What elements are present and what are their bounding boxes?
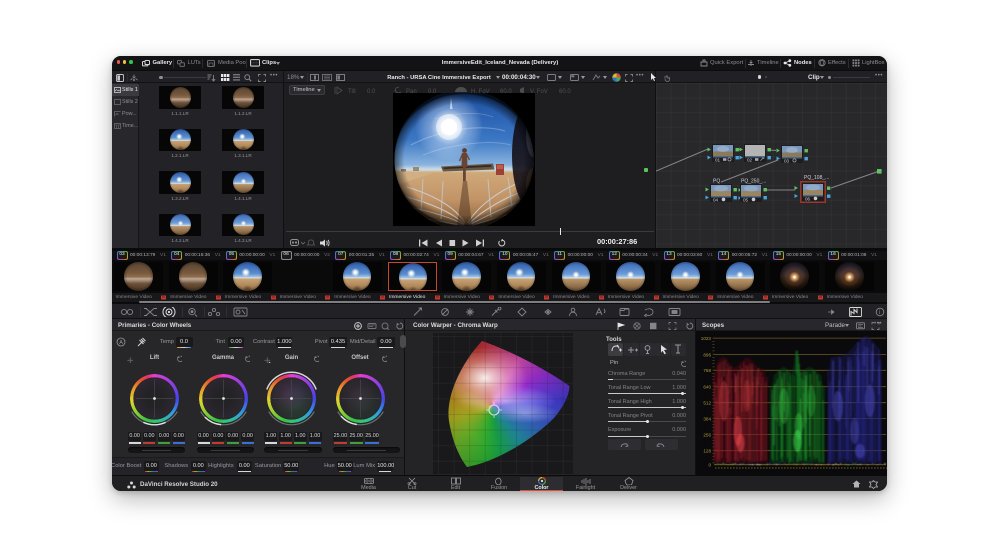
svg-text:60.0: 60.0 bbox=[559, 89, 571, 95]
svg-text:1023: 1023 bbox=[701, 336, 712, 341]
svg-text:PQ: PQ bbox=[713, 179, 720, 185]
svg-text:04: 04 bbox=[713, 198, 719, 203]
svg-text:384: 384 bbox=[703, 416, 711, 421]
svg-text:896: 896 bbox=[703, 352, 711, 357]
svg-text:0.0: 0.0 bbox=[367, 89, 376, 95]
svg-text:01: 01 bbox=[715, 158, 721, 163]
svg-text:A: A bbox=[119, 340, 123, 346]
svg-text:768: 768 bbox=[703, 368, 711, 373]
svg-text:640: 640 bbox=[703, 385, 711, 390]
svg-text:05: 05 bbox=[743, 198, 749, 203]
svg-text:Tilt: Tilt bbox=[348, 89, 356, 95]
svg-text:i: i bbox=[879, 310, 880, 316]
svg-text:02: 02 bbox=[747, 158, 753, 163]
svg-text:256: 256 bbox=[703, 432, 711, 437]
svg-text:512: 512 bbox=[703, 401, 711, 406]
svg-text:03: 03 bbox=[784, 159, 790, 164]
svg-text:0: 0 bbox=[708, 463, 711, 468]
svg-text:PQ_250_...: PQ_250_... bbox=[741, 179, 766, 185]
svg-text:06: 06 bbox=[805, 197, 811, 202]
svg-text:PQ_108_...: PQ_108_... bbox=[804, 175, 829, 181]
svg-text:128: 128 bbox=[703, 449, 711, 454]
